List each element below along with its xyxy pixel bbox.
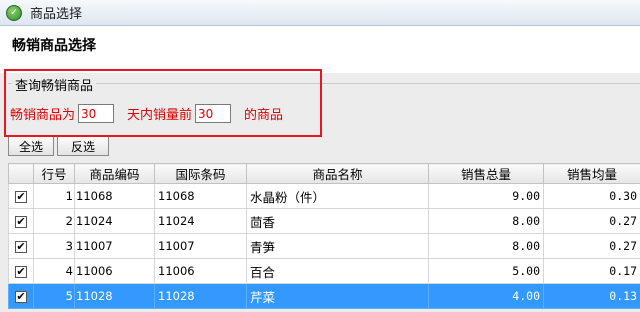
row-checkbox[interactable]: ✔ <box>15 265 27 278</box>
row-checkbox-cell: ✔ <box>8 183 34 209</box>
selection-buttons: 全选 反选 <box>8 136 109 156</box>
table-row[interactable]: ✔ 2 11024 11024 茴香 8.00 0.27 <box>8 208 640 234</box>
row-checkbox-cell: ✔ <box>8 233 34 259</box>
invert-selection-button[interactable]: 反选 <box>57 136 109 156</box>
product-name-cell: 水晶粉（件） <box>246 183 429 209</box>
column-header-name[interactable]: 商品名称 <box>246 163 429 184</box>
sales-avg-cell: 0.13 <box>543 283 640 309</box>
window-title: 商品选择 <box>30 7 83 22</box>
product-name-cell: 青笋 <box>246 233 429 259</box>
barcode-cell: 11006 <box>154 258 247 284</box>
sales-total-cell: 5.00 <box>428 258 544 284</box>
row-number-cell: 5 <box>33 283 75 309</box>
sales-total-cell: 8.00 <box>428 233 544 259</box>
query-row: 畅销商品为 天内销量前 的商品 <box>10 104 283 123</box>
product-name-cell: 茴香 <box>246 208 429 234</box>
barcode-cell: 11068 <box>154 183 247 209</box>
title-bar: ✓ 商品选择 <box>0 0 640 26</box>
product-name-cell: 芹菜 <box>246 283 429 309</box>
row-checkbox-cell: ✔ <box>8 283 34 309</box>
row-checkbox[interactable]: ✔ <box>15 240 27 253</box>
row-checkbox[interactable]: ✔ <box>15 215 27 228</box>
row-checkbox-cell: ✔ <box>8 208 34 234</box>
product-code-cell: 11024 <box>74 208 155 234</box>
table-row[interactable]: ✔ 3 11007 11007 青笋 8.00 0.27 <box>8 233 640 259</box>
query-middle-label: 天内销量前 <box>127 108 193 123</box>
sales-avg-cell: 0.30 <box>543 183 640 209</box>
top-count-input[interactable] <box>195 104 232 123</box>
row-number-cell: 1 <box>33 183 75 209</box>
select-all-button[interactable]: 全选 <box>8 136 54 156</box>
row-number-cell: 2 <box>33 208 75 234</box>
column-header-total[interactable]: 销售总量 <box>428 163 544 184</box>
row-number-cell: 3 <box>33 233 75 259</box>
table-row-selected[interactable]: ✔ 5 11028 11028 芹菜 4.00 0.13 <box>8 283 640 309</box>
query-prefix-label: 畅销商品为 <box>10 108 76 123</box>
barcode-cell: 11007 <box>154 233 247 259</box>
row-checkbox[interactable]: ✔ <box>15 290 27 303</box>
query-legend: 查询畅销商品 <box>12 75 97 94</box>
sales-total-cell: 8.00 <box>428 208 544 234</box>
sales-total-cell: 4.00 <box>428 283 544 309</box>
barcode-cell: 11024 <box>154 208 247 234</box>
products-table: 行号 商品编码 国际条码 商品名称 销售总量 销售均量 ✔ 1 11068 11… <box>8 163 640 309</box>
sales-avg-cell: 0.27 <box>543 208 640 234</box>
column-header-row-no[interactable]: 行号 <box>33 163 75 184</box>
sales-avg-cell: 0.17 <box>543 258 640 284</box>
product-code-cell: 11006 <box>74 258 155 284</box>
row-number-cell: 4 <box>33 258 75 284</box>
table-row[interactable]: ✔ 1 11068 11068 水晶粉（件） 9.00 0.30 <box>8 183 640 209</box>
row-checkbox[interactable]: ✔ <box>15 190 27 203</box>
table-header-row: 行号 商品编码 国际条码 商品名称 销售总量 销售均量 <box>8 163 640 184</box>
query-suffix-label: 的商品 <box>244 108 284 123</box>
column-header-check[interactable] <box>8 163 34 184</box>
column-header-code[interactable]: 商品编码 <box>74 163 155 184</box>
app-leaf-icon: ✓ <box>6 4 22 21</box>
product-code-cell: 11028 <box>74 283 155 309</box>
table-row[interactable]: ✔ 4 11006 11006 百合 5.00 0.17 <box>8 258 640 284</box>
product-code-cell: 11068 <box>74 183 155 209</box>
page-title: 畅销商品选择 <box>12 38 96 54</box>
days-input[interactable] <box>78 104 115 123</box>
product-code-cell: 11007 <box>74 233 155 259</box>
sales-total-cell: 9.00 <box>428 183 544 209</box>
row-checkbox-cell: ✔ <box>8 258 34 284</box>
header-band: 畅销商品选择 <box>0 27 640 73</box>
sales-avg-cell: 0.27 <box>543 233 640 259</box>
content-area: 查询畅销商品 畅销商品为 天内销量前 的商品 全选 反选 行号 商品编码 国际条… <box>0 73 640 312</box>
column-header-barcode[interactable]: 国际条码 <box>154 163 247 184</box>
product-name-cell: 百合 <box>246 258 429 284</box>
column-header-avg[interactable]: 销售均量 <box>543 163 640 184</box>
barcode-cell: 11028 <box>154 283 247 309</box>
query-groupbox: 查询畅销商品 畅销商品为 天内销量前 的商品 <box>8 75 640 125</box>
